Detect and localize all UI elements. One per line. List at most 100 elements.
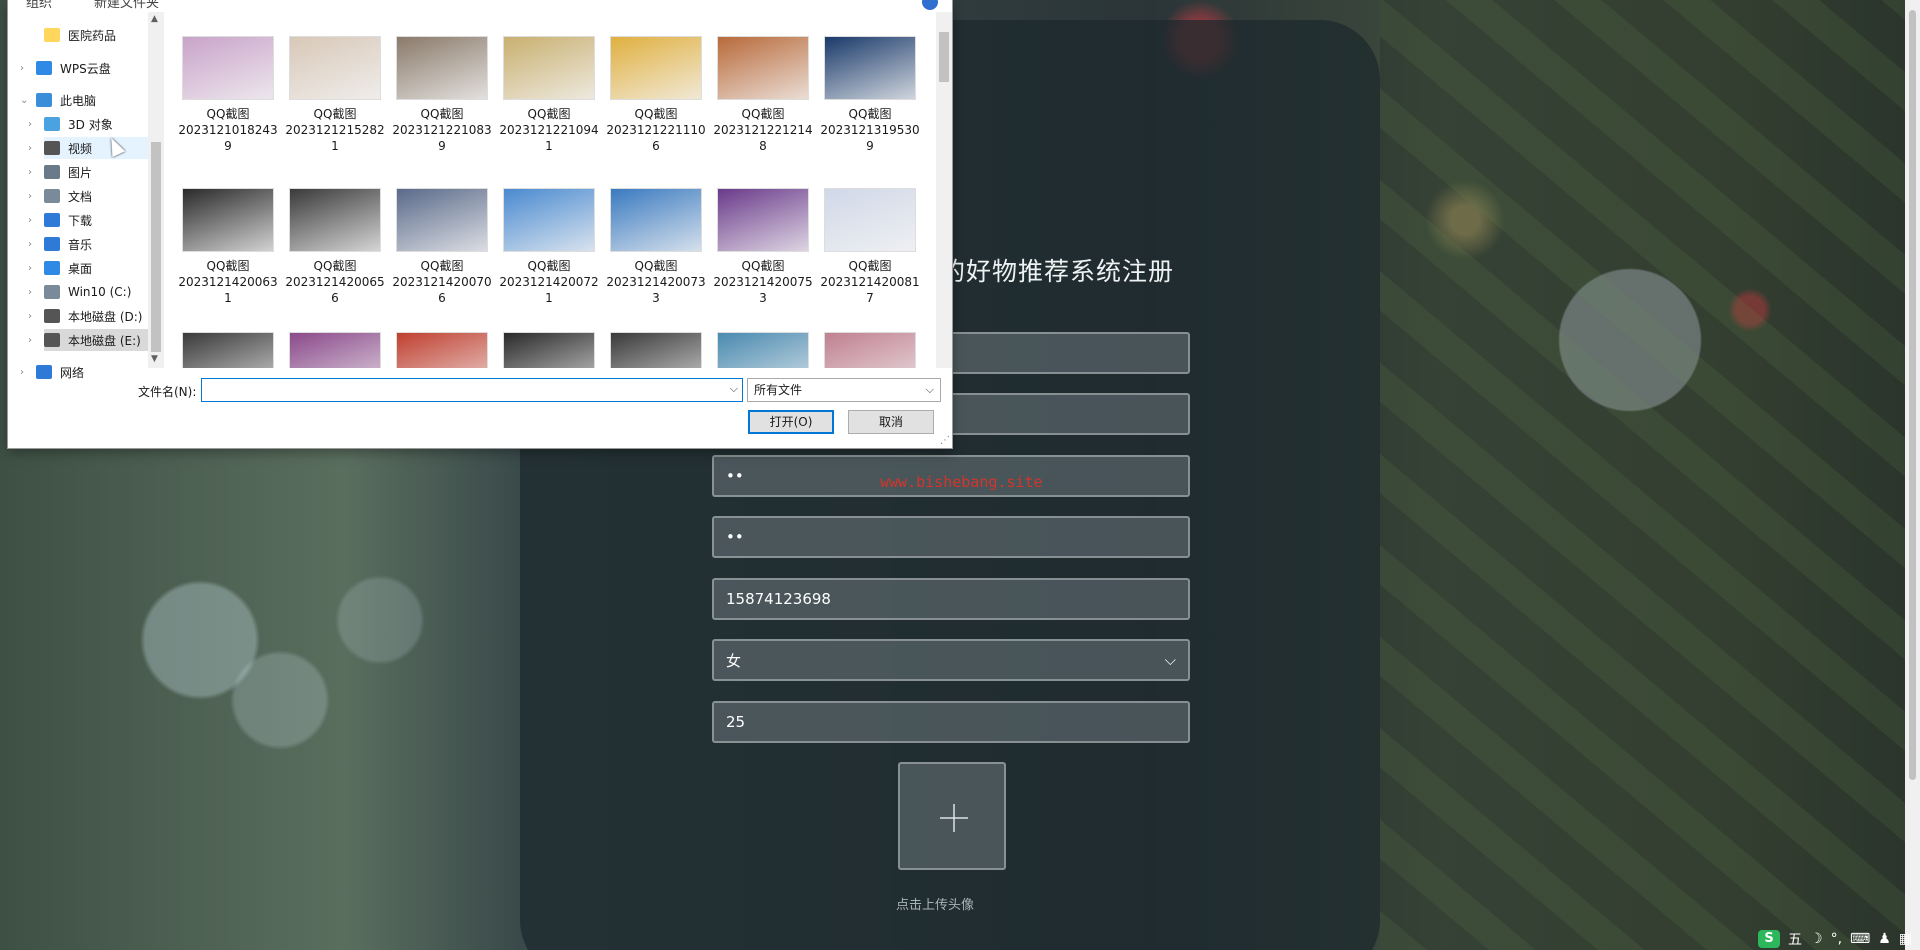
navigation-pane: 医院药品 › WPS云盘 ⌄ 此电脑 › 3D 对象 › 视频 › 图片 › 文档 › 下载 › 音乐 › 桌面 › W… — [8, 12, 160, 380]
user-icon[interactable]: ♟ — [1878, 931, 1891, 947]
nav-item[interactable]: › 音乐 — [28, 233, 148, 255]
music-icon — [44, 237, 60, 251]
dialog-toolbar: 组织 新建文件夹 — [8, 0, 952, 12]
file-name-line: 9 — [866, 139, 874, 153]
chevron-right-icon[interactable]: › — [28, 311, 32, 322]
nav-item-label: 视频 — [68, 141, 93, 156]
file-item[interactable] — [283, 332, 387, 368]
nav-item[interactable]: › WPS云盘 — [20, 57, 148, 79]
file-item[interactable]: QQ截图 2023121221083 9 — [390, 36, 494, 154]
nav-item-label: Win10 (C:) — [68, 285, 132, 299]
nav-item[interactable]: › 本地磁盘 (E:) — [28, 329, 148, 351]
file-name-line: 1 — [224, 291, 232, 305]
open-button[interactable]: 打开(O) — [748, 410, 834, 434]
gender-select[interactable]: 女 ⌵ — [712, 639, 1190, 681]
file-item[interactable] — [711, 332, 815, 368]
nav-item[interactable]: › 3D 对象 — [28, 113, 148, 135]
file-item[interactable] — [818, 332, 922, 368]
nav-item-label: 医院药品 — [68, 28, 117, 43]
nav-scrollbar[interactable]: ▲ ▼ — [148, 12, 164, 368]
file-item[interactable]: QQ截图 2023121420073 3 — [604, 188, 708, 306]
scroll-up-icon[interactable]: ▲ — [151, 14, 158, 24]
file-name-line: 1 — [545, 139, 553, 153]
file-item[interactable]: QQ截图 2023121420072 1 — [497, 188, 601, 306]
grid-icon[interactable]: ▦ — [1899, 931, 1912, 947]
file-thumbnail — [503, 36, 595, 100]
nav-item[interactable]: 医院药品 — [44, 24, 148, 46]
file-item[interactable]: QQ截图 2023121221110 6 — [604, 36, 708, 154]
ime-logo-icon[interactable]: S — [1758, 930, 1780, 948]
cancel-button[interactable]: 取消 — [848, 410, 934, 434]
chevron-right-icon[interactable]: › — [28, 215, 32, 226]
filename-input[interactable]: ⌵ — [201, 378, 743, 402]
file-name-line: QQ截图 — [848, 107, 892, 121]
nav-item[interactable]: › 视频 — [28, 137, 148, 159]
nav-item[interactable]: › 桌面 — [28, 257, 148, 279]
nav-item[interactable]: › 下载 — [28, 209, 148, 231]
chevron-right-icon[interactable]: › — [28, 191, 32, 202]
chevron-right-icon[interactable]: › — [28, 119, 32, 130]
file-name-line: 9 — [224, 139, 232, 153]
file-name-line: 3 — [652, 291, 660, 305]
avatar-upload[interactable] — [898, 762, 1006, 870]
page-title: 的好物推荐系统注册 — [940, 257, 1175, 286]
moon-icon[interactable]: ☽ — [1810, 931, 1823, 947]
confirm-password-field[interactable]: •• — [712, 516, 1190, 558]
expand-icon[interactable]: ⌄ — [20, 95, 28, 106]
punctuation-icon[interactable]: °, — [1831, 931, 1842, 947]
page-scrollbar-thumb[interactable] — [1909, 10, 1916, 780]
chevron-right-icon[interactable]: › — [28, 263, 32, 274]
new-folder-button[interactable]: 新建文件夹 — [94, 0, 159, 11]
keyboard-icon[interactable]: ⌨ — [1850, 931, 1870, 947]
file-item[interactable] — [176, 332, 280, 368]
chevron-right-icon[interactable]: › — [28, 287, 32, 298]
file-item[interactable]: QQ截图 2023121420075 3 — [711, 188, 815, 306]
file-name-line: 6 — [652, 139, 660, 153]
nav-scrollbar-thumb[interactable] — [151, 142, 161, 352]
nav-item[interactable]: › 本地磁盘 (D:) — [28, 305, 148, 327]
organize-button[interactable]: 组织 — [26, 0, 52, 11]
chevron-right-icon[interactable]: › — [28, 335, 32, 346]
phone-field[interactable]: 15874123698 — [712, 578, 1190, 620]
chevron-right-icon[interactable]: › — [28, 143, 32, 154]
chevron-right-icon[interactable]: › — [28, 167, 32, 178]
file-item[interactable]: QQ截图 2023121319530 9 — [818, 36, 922, 154]
computer-icon — [36, 93, 52, 107]
file-item[interactable] — [604, 332, 708, 368]
file-item[interactable]: QQ截图 2023121420081 7 — [818, 188, 922, 306]
age-field[interactable]: 25 — [712, 701, 1190, 743]
nav-item[interactable]: ⌄ 此电脑 — [20, 89, 148, 111]
file-item[interactable]: QQ截图 2023121215282 1 — [283, 36, 387, 154]
nav-item[interactable]: › 文档 — [28, 185, 148, 207]
file-name-line: QQ截图 — [420, 107, 464, 121]
scroll-down-icon[interactable]: ▼ — [151, 354, 158, 364]
tree-backdrop — [1380, 0, 1920, 950]
ime-mode[interactable]: 五 — [1788, 929, 1802, 949]
page-scrollbar[interactable] — [1905, 0, 1920, 950]
file-item[interactable] — [390, 332, 494, 368]
file-item[interactable]: QQ截图 2023121420070 6 — [390, 188, 494, 306]
phone-value: 15874123698 — [726, 590, 831, 608]
chevron-right-icon[interactable]: › — [28, 239, 32, 250]
file-item[interactable]: QQ截图 2023121420063 1 — [176, 188, 280, 306]
help-icon[interactable] — [922, 0, 938, 10]
nav-item[interactable]: › 网络 — [20, 361, 148, 383]
nav-item[interactable]: › Win10 (C:) — [28, 281, 148, 303]
filetype-select[interactable]: 所有文件 ⌵ — [747, 378, 941, 402]
file-item[interactable] — [497, 332, 601, 368]
file-item[interactable]: QQ截图 2023121221214 8 — [711, 36, 815, 154]
chevron-right-icon[interactable]: › — [20, 63, 24, 74]
chevron-right-icon[interactable]: › — [20, 367, 24, 378]
file-name-line: QQ截图 — [741, 259, 785, 273]
file-thumbnail — [824, 332, 916, 368]
file-thumbnail — [289, 188, 381, 252]
nav-item[interactable]: › 图片 — [28, 161, 148, 183]
file-item[interactable]: QQ截图 2023121018243 9 — [176, 36, 280, 154]
files-scrollbar-thumb[interactable] — [939, 32, 949, 82]
file-name-line: 2023121319530 — [820, 123, 920, 137]
file-item[interactable]: QQ截图 2023121420065 6 — [283, 188, 387, 306]
files-scrollbar[interactable] — [936, 12, 952, 368]
resize-grip-icon[interactable]: ⋰ — [940, 435, 950, 446]
file-item[interactable]: QQ截图 2023121221094 1 — [497, 36, 601, 154]
chevron-down-icon[interactable]: ⌵ — [730, 382, 738, 396]
